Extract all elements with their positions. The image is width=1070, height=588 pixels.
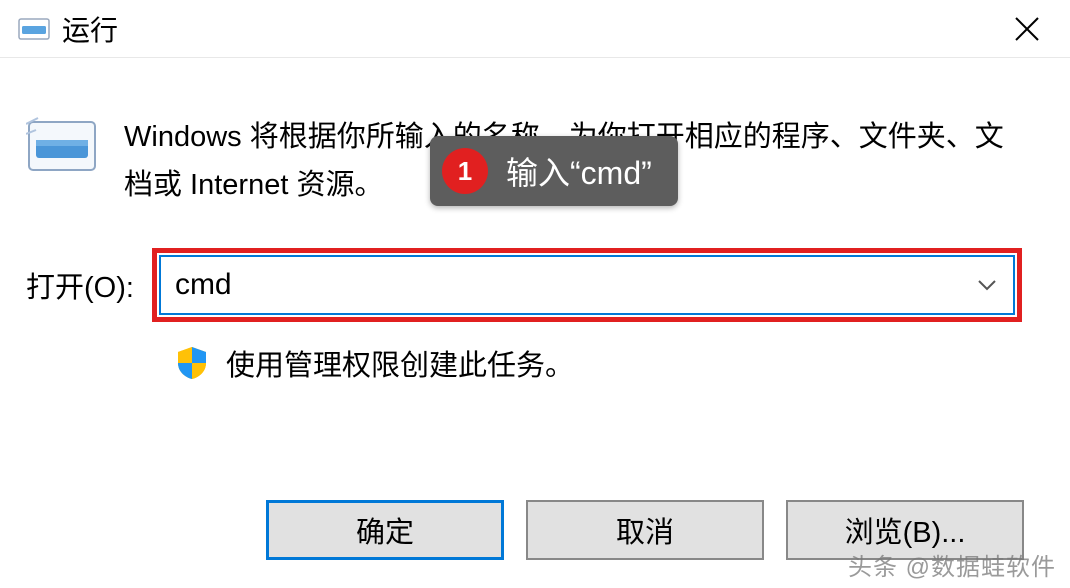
open-label: 打开(O): — [26, 264, 134, 306]
cancel-button[interactable]: 取消 — [526, 500, 764, 560]
close-button[interactable] — [1002, 4, 1052, 54]
watermark: 头条 @数据蛙软件 — [848, 547, 1056, 582]
close-icon — [1014, 16, 1040, 42]
run-icon — [26, 114, 98, 178]
open-combobox[interactable]: cmd — [159, 255, 1015, 315]
callout-number: 1 — [442, 148, 488, 194]
combobox-value: cmd — [175, 268, 975, 302]
window-title: 运行 — [62, 9, 1002, 49]
admin-note: 使用管理权限创建此任务。 — [226, 342, 574, 384]
chevron-down-icon — [975, 273, 999, 297]
highlight-box: cmd — [152, 248, 1022, 322]
input-row: 打开(O): cmd — [0, 248, 1070, 322]
titlebar: 运行 — [0, 0, 1070, 58]
shield-icon — [174, 345, 210, 381]
callout-text: 输入“cmd” — [506, 148, 652, 194]
run-dialog-icon — [18, 16, 50, 42]
annotation-callout: 1 输入“cmd” — [430, 136, 678, 206]
ok-button[interactable]: 确定 — [266, 500, 504, 560]
admin-row: 使用管理权限创建此任务。 — [0, 342, 1070, 384]
